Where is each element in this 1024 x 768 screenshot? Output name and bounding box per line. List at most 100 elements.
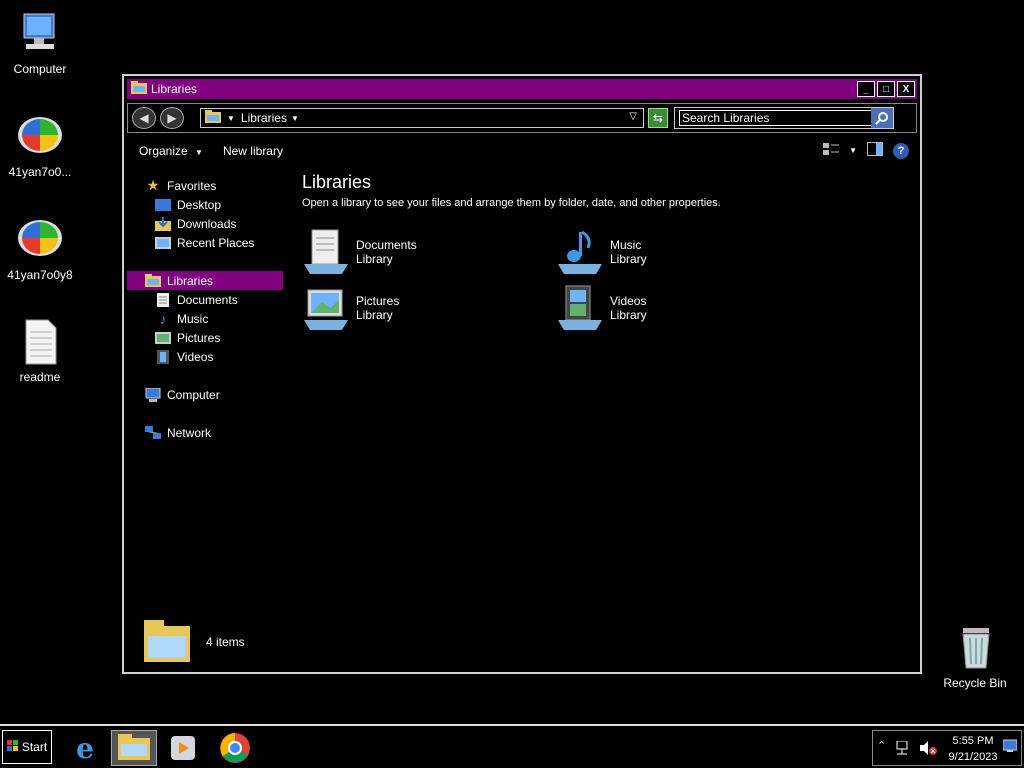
minimize-button[interactable]: _ [857, 81, 875, 97]
network-icon[interactable] [895, 740, 911, 758]
nav-label: Favorites [167, 178, 217, 193]
nav-documents[interactable]: Documents [155, 290, 311, 309]
nav-videos[interactable]: Videos [155, 347, 311, 366]
help-button[interactable]: ? [893, 142, 909, 159]
nav-desktop[interactable]: Desktop [155, 195, 311, 214]
organize-button[interactable]: Organize ▼ [139, 144, 203, 158]
library-music[interactable]: Music Library [556, 227, 796, 277]
desktop-icon-41yan7o0y8[interactable]: 41yan7o0y8 [0, 216, 80, 282]
recycle-bin-icon [951, 624, 999, 672]
library-pictures[interactable]: Pictures Library [302, 283, 542, 333]
desktop-icon-computer[interactable]: Computer [0, 10, 80, 76]
clock[interactable]: 5:55 PM 9/21/2023 [945, 733, 1001, 765]
taskbar-chrome[interactable] [212, 730, 258, 766]
library-name: Pictures [356, 294, 400, 308]
libraries-folder-icon [131, 80, 147, 98]
library-type: Library [610, 308, 647, 322]
start-label: Start [21, 740, 48, 754]
app-orb-icon [16, 113, 64, 161]
window-title: Libraries [151, 82, 198, 96]
computer-icon [145, 387, 161, 402]
desktop-icon-recycle-bin[interactable]: Recycle Bin [935, 624, 1015, 690]
refresh-button[interactable]: ⇆ [648, 108, 668, 128]
documents-icon [155, 292, 171, 307]
taskbar-file-explorer[interactable] [111, 730, 157, 766]
maximize-button[interactable]: □ [877, 81, 895, 97]
show-hidden-icons-icon[interactable]: ⌃ [877, 739, 886, 752]
show-desktop-icon[interactable] [1002, 739, 1018, 756]
search-icon [875, 112, 888, 125]
content-pane: Libraries Open a library to see your fil… [302, 172, 912, 347]
downloads-icon [155, 216, 171, 231]
nav-label: Pictures [177, 330, 221, 345]
internet-explorer-icon: e [76, 731, 94, 765]
file-explorer-icon [118, 734, 150, 760]
desktop-icon-label: 41yan7o0y8 [7, 268, 73, 282]
search-input[interactable] [679, 110, 875, 126]
preview-pane-button[interactable] [867, 142, 883, 159]
volume-muted-icon[interactable] [919, 740, 937, 759]
view-options-button[interactable] [823, 142, 840, 159]
desktop-icon-41yan7o0[interactable]: 41yan7o0... [0, 113, 80, 179]
system-tray: ⌃ 5:55 PM 9/21/2023 [872, 730, 1022, 766]
close-button[interactable]: X [897, 81, 915, 97]
page-description: Open a library to see your files and arr… [302, 197, 721, 209]
breadcrumb-libraries[interactable]: Libraries [241, 111, 287, 125]
title-bar[interactable]: Libraries _ □ X [127, 79, 917, 99]
star-icon: ★ [146, 177, 160, 193]
media-player-icon [171, 736, 195, 760]
library-name: Music [610, 238, 642, 252]
recent-places-icon [155, 236, 171, 250]
nav-label: Downloads [177, 216, 237, 231]
app-orb-icon [16, 216, 64, 264]
chevron-right-icon[interactable]: ▼ [227, 114, 235, 123]
clock-date: 9/21/2023 [948, 751, 998, 763]
nav-music[interactable]: ♪ Music [155, 309, 311, 328]
chrome-icon [220, 733, 250, 763]
nav-recent-places[interactable]: Recent Places [155, 233, 311, 252]
view-dropdown-icon[interactable]: ▼ [849, 146, 857, 155]
libraries-folder-large-icon [144, 620, 190, 662]
address-history-dropdown-icon[interactable]: ▽ [629, 111, 637, 122]
organize-label: Organize [139, 144, 188, 158]
search-button[interactable] [871, 108, 893, 128]
search-box[interactable] [674, 107, 894, 129]
nav-network[interactable]: Network [145, 423, 301, 442]
forward-arrow-icon: ▶ [167, 111, 177, 125]
explorer-window[interactable]: Libraries _ □ X ◀ ▶ ▼ Libraries ▼ ▽ ⇆ Or… [122, 74, 922, 674]
chevron-down-icon[interactable]: ▼ [291, 114, 299, 123]
nav-label: Libraries [167, 273, 214, 288]
back-arrow-icon: ◀ [139, 111, 149, 125]
library-documents[interactable]: Documents Library [302, 227, 542, 277]
library-name: Documents [356, 238, 417, 252]
taskbar: Start e ⌃ 5:55 PM 9/21/2023 [0, 724, 1024, 768]
desktop-icon-readme[interactable]: readme [0, 318, 80, 384]
documents-library-icon [302, 228, 350, 276]
taskbar-internet-explorer[interactable]: e [62, 730, 108, 766]
library-type: Library [610, 252, 647, 266]
nav-label: Recent Places [177, 235, 255, 250]
nav-favorites[interactable]: ★ Favorites [145, 176, 301, 195]
desktop-icon-label: 41yan7o0... [8, 165, 72, 179]
nav-downloads[interactable]: Downloads [155, 214, 311, 233]
back-button[interactable]: ◀ [132, 107, 156, 129]
nav-label: Network [167, 425, 212, 440]
nav-computer[interactable]: Computer [145, 385, 301, 404]
nav-pictures[interactable]: Pictures [155, 328, 311, 347]
library-videos[interactable]: Videos Library [556, 283, 796, 333]
taskbar-media-player[interactable] [160, 730, 206, 766]
refresh-icon: ⇆ [652, 111, 664, 125]
nav-libraries[interactable]: Libraries [127, 271, 283, 290]
navigation-pane: ★ Favorites Desktop Downloads Recent Plac… [127, 172, 285, 442]
library-grid: Documents Library Music Library Pictures Li… [302, 227, 912, 347]
computer-icon [16, 10, 64, 58]
forward-button[interactable]: ▶ [160, 107, 184, 129]
view-list-icon [823, 143, 840, 155]
page-title: Libraries [302, 172, 372, 192]
start-button[interactable]: Start [2, 730, 52, 764]
libraries-folder-icon [205, 109, 221, 127]
windows-logo-icon [6, 739, 19, 755]
address-bar[interactable]: ▼ Libraries ▼ ▽ [200, 108, 644, 128]
new-library-button[interactable]: New library [223, 144, 283, 158]
videos-library-icon [556, 284, 604, 332]
